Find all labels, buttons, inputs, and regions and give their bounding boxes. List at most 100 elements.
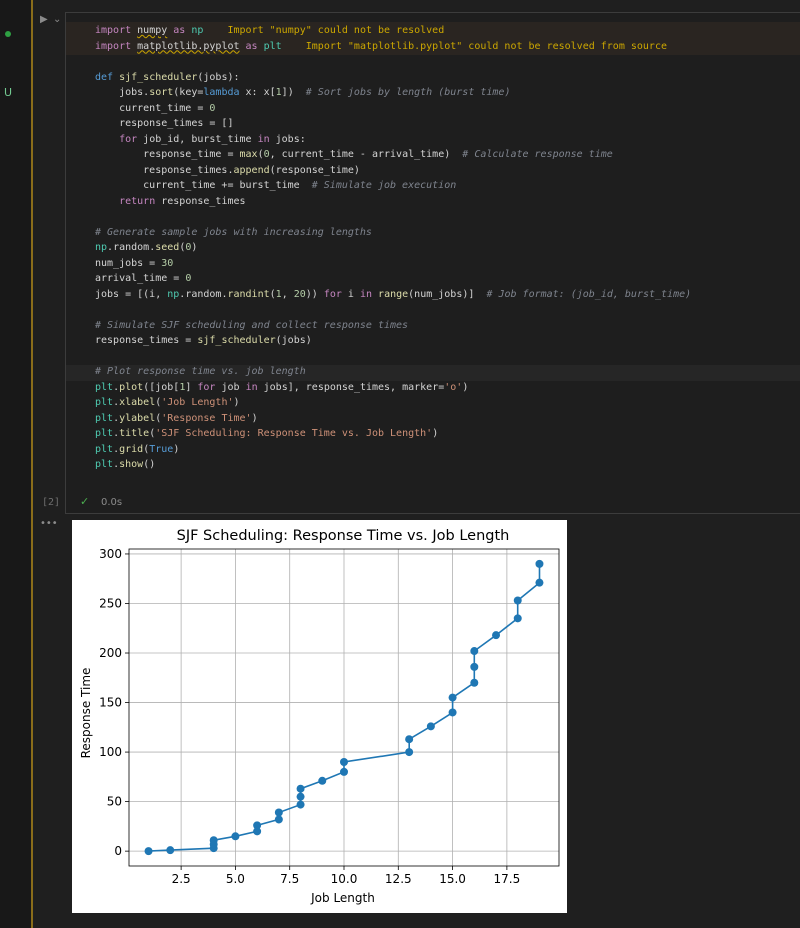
- x-axis-label: Job Length: [310, 891, 375, 905]
- code-token: import: [95, 25, 138, 36]
- code-line[interactable]: current_time += burst_time # Simulate jo…: [95, 178, 691, 194]
- code-token: job_id, burst_time: [137, 133, 258, 145]
- execution-duration: 0.0s: [101, 497, 123, 508]
- code-token: as: [167, 25, 192, 36]
- code-token: grid: [119, 443, 144, 455]
- code-line[interactable]: # Generate sample jobs with increasing l…: [95, 225, 691, 241]
- code-line[interactable]: jobs.sort(key=lambda x: x[1]) # Sort job…: [95, 85, 691, 101]
- data-point: [166, 846, 175, 855]
- chevron-down-icon[interactable]: ⌄: [53, 14, 61, 25]
- code-token: current_time =: [95, 102, 210, 114]
- x-tick-label: 5.0: [226, 872, 245, 886]
- code-line[interactable]: def sjf_scheduler(jobs):: [95, 70, 691, 86]
- y-axis-label: Response Time: [79, 668, 93, 759]
- code-line[interactable]: plt.show(): [95, 457, 691, 473]
- code-line[interactable]: num_jobs = 30: [95, 256, 691, 272]
- code-token: numpy: [137, 25, 168, 36]
- data-point: [492, 631, 501, 640]
- data-point: [513, 614, 522, 623]
- code-line[interactable]: plt.plot([job[1] for job in jobs], respo…: [95, 380, 691, 396]
- execution-count: [2]: [42, 497, 61, 508]
- code-token: ,: [281, 288, 294, 300]
- code-line[interactable]: return response_times: [95, 194, 691, 210]
- code-token: # Calculate response time: [462, 149, 613, 160]
- code-token: response_times: [155, 195, 246, 207]
- code-token: (jobs):: [197, 71, 240, 83]
- output-more-icon[interactable]: •••: [40, 518, 58, 529]
- y-tick-label: 100: [99, 745, 122, 759]
- code-token: plt: [95, 397, 114, 408]
- code-token: sort: [149, 87, 174, 98]
- code-line[interactable]: plt.ylabel('Response Time'): [95, 411, 691, 427]
- code-token: np: [167, 288, 180, 300]
- data-point: [231, 832, 240, 841]
- code-line[interactable]: import numpy as np Import "numpy" could …: [95, 23, 691, 39]
- code-editor[interactable]: import numpy as np Import "numpy" could …: [95, 23, 691, 473]
- code-line[interactable]: # Plot response time vs. job length: [95, 364, 691, 380]
- code-token: Import "numpy" could not be resolved: [203, 25, 445, 36]
- data-point: [535, 559, 544, 568]
- y-tick-label: 0: [114, 844, 122, 858]
- code-line[interactable]: [95, 349, 691, 365]
- code-token: 30: [161, 257, 174, 269]
- code-token: )): [305, 288, 324, 300]
- code-line[interactable]: response_times = []: [95, 116, 691, 132]
- code-token: plt: [95, 443, 114, 455]
- code-token: (num_jobs)]: [408, 288, 487, 300]
- x-tick-label: 17.5: [494, 872, 521, 886]
- code-token: response_time =: [95, 149, 240, 160]
- code-token: 'o': [444, 381, 463, 393]
- code-line[interactable]: for job_id, burst_time in jobs:: [95, 132, 691, 148]
- code-line[interactable]: plt.title('SJF Scheduling: Response Time…: [95, 426, 691, 442]
- code-token: max: [239, 149, 258, 160]
- code-line[interactable]: import matplotlib.pyplot as plt Import "…: [95, 39, 691, 55]
- code-token: in: [359, 288, 373, 300]
- chart-title: SJF Scheduling: Response Time vs. Job Le…: [177, 528, 510, 544]
- code-token: for: [119, 133, 138, 145]
- x-tick-label: 10.0: [331, 872, 358, 886]
- code-token: as: [239, 40, 264, 52]
- code-token: ([job[: [143, 381, 180, 393]
- code-line[interactable]: np.random.seed(0): [95, 240, 691, 256]
- code-token: jobs = [(i,: [95, 288, 168, 300]
- code-line[interactable]: [95, 302, 691, 318]
- code-line[interactable]: # Simulate SJF scheduling and collect re…: [95, 318, 691, 334]
- code-line[interactable]: response_times.append(response_time): [95, 163, 691, 179]
- code-line[interactable]: response_times = sjf_scheduler(jobs): [95, 333, 691, 349]
- code-token: 0: [209, 102, 216, 114]
- code-token: 'Response Time': [161, 412, 252, 424]
- plot-output: SJF Scheduling: Response Time vs. Job Le…: [72, 520, 567, 913]
- y-tick-label: 150: [99, 696, 122, 710]
- code-token: xlabel: [119, 397, 156, 408]
- x-tick-label: 7.5: [280, 872, 299, 886]
- code-line[interactable]: plt.grid(True): [95, 442, 691, 458]
- data-point: [470, 662, 479, 671]
- data-point: [426, 722, 435, 731]
- code-line[interactable]: [95, 209, 691, 225]
- data-point: [144, 847, 153, 856]
- success-check-icon: ✓: [80, 495, 90, 508]
- code-line[interactable]: current_time = 0: [95, 101, 691, 117]
- code-token: ]): [281, 87, 306, 98]
- code-token: ylabel: [119, 412, 156, 424]
- code-token: for: [197, 381, 216, 393]
- y-tick-label: 200: [99, 646, 122, 660]
- code-line[interactable]: [95, 54, 691, 70]
- data-point: [448, 708, 457, 717]
- code-token: , current_time - arrival_time): [269, 149, 463, 160]
- code-token: seed: [155, 242, 180, 253]
- code-line[interactable]: plt.xlabel('Job Length'): [95, 395, 691, 411]
- code-line[interactable]: response_time = max(0, current_time - ar…: [95, 147, 691, 163]
- x-tick-label: 15.0: [439, 872, 466, 886]
- run-cell-icon[interactable]: ▶: [40, 14, 48, 25]
- code-line[interactable]: jobs = [(i, np.random.randint(1, 20)) fo…: [95, 287, 691, 303]
- data-point: [448, 693, 457, 702]
- code-line[interactable]: arrival_time = 0: [95, 271, 691, 287]
- code-token: plt: [263, 40, 282, 52]
- code-token: in: [257, 133, 270, 145]
- code-token: # Simulate job execution: [311, 180, 457, 191]
- y-tick-label: 50: [107, 795, 122, 809]
- data-point: [513, 596, 522, 605]
- code-token: lambda: [203, 87, 240, 98]
- code-token: jobs.: [95, 87, 150, 98]
